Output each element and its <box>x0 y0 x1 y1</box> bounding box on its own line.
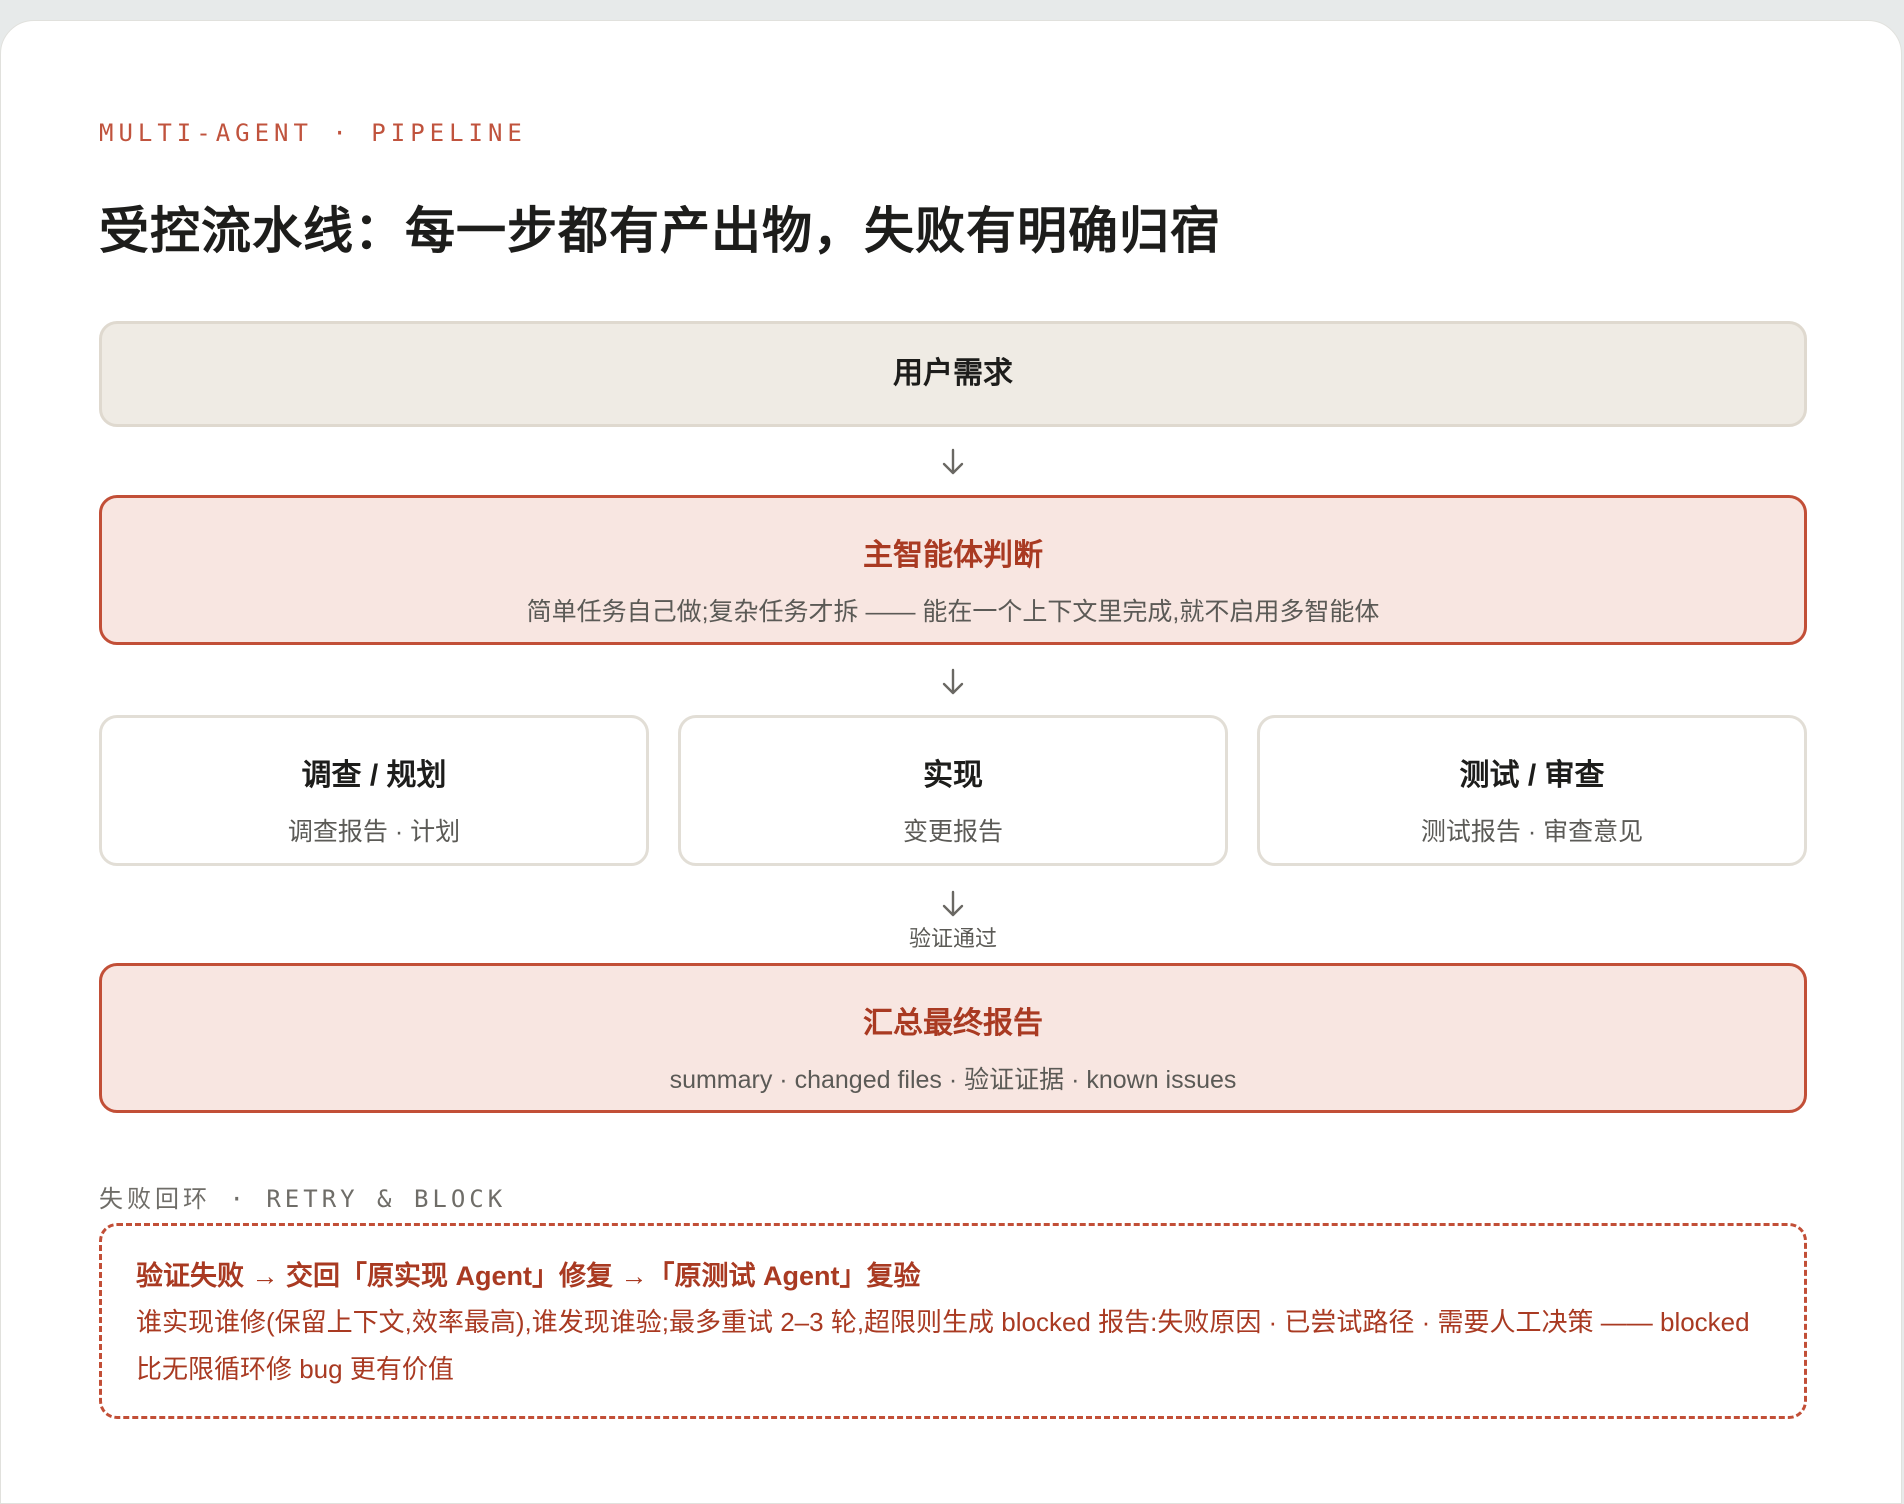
final-report-node: 汇总最终报告 summary · changed files · 验证证据 · … <box>99 963 1807 1113</box>
eyebrow-label: MULTI-AGENT · PIPELINE <box>99 119 527 147</box>
verify-passed-label: 验证通过 <box>908 926 997 951</box>
retry-description: 谁实现谁修(保留上下文,效率最高),谁发现谁验;最多重试 2–3 轮,超限则生成… <box>136 1307 1750 1384</box>
step-output: 测试报告 · 审查意见 <box>1420 818 1644 846</box>
pipeline-card: MULTI-AGENT · PIPELINE 受控流水线：每一步都有产出物，失败… <box>0 20 1902 1504</box>
down-arrow-icon <box>942 890 964 917</box>
retry-block-callout: 验证失败 → 交回「原实现 Agent」修复 →「原测试 Agent」复验 谁实… <box>99 1223 1807 1419</box>
final-report-subtitle: summary · changed files · 验证证据 · known i… <box>669 1066 1237 1094</box>
final-report-title: 汇总最终报告 <box>863 1007 1043 1040</box>
step-title: 调查 / 规划 <box>301 759 447 792</box>
decision-subtitle: 简单任务自己做;复杂任务才拆 —— 能在一个上下文里完成,就不启用多智能体 <box>526 598 1380 626</box>
decision-title: 主智能体判断 <box>863 539 1043 572</box>
main-agent-decision-node: 主智能体判断 简单任务自己做;复杂任务才拆 —— 能在一个上下文里完成,就不启用… <box>99 495 1807 645</box>
step-test-review: 测试 / 审查 测试报告 · 审查意见 <box>1257 715 1807 866</box>
step-output: 调查报告 · 计划 <box>287 818 461 846</box>
step-title: 实现 <box>923 759 983 792</box>
step-title: 测试 / 审查 <box>1459 759 1605 792</box>
step-investigate-plan: 调查 / 规划 调查报告 · 计划 <box>99 715 649 866</box>
step-output: 变更报告 <box>902 818 1003 846</box>
down-arrow-icon <box>942 668 964 695</box>
retry-title: 验证失败 → 交回「原实现 Agent」修复 →「原测试 Agent」复验 <box>136 1261 921 1291</box>
down-arrow-icon <box>942 448 964 475</box>
page-title: 受控流水线：每一步都有产出物，失败有明确归宿 <box>99 201 1221 260</box>
user-request-node: 用户需求 <box>99 321 1807 427</box>
user-request-title: 用户需求 <box>893 357 1013 390</box>
failure-section-label: 失败回环 · RETRY & BLOCK <box>99 1185 507 1213</box>
step-implement: 实现 变更报告 <box>678 715 1228 866</box>
